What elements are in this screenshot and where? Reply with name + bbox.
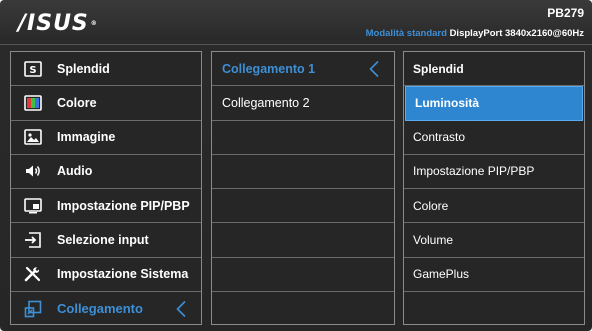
menu-item-label: Selezione input — [57, 232, 149, 247]
header-divider — [0, 44, 592, 45]
option-label: Volume — [413, 232, 454, 247]
menu-item-label: Audio — [57, 164, 93, 179]
option-label: Splendid — [413, 61, 464, 76]
option-label: Colore — [413, 198, 449, 213]
option-contrasto[interactable]: Contrasto — [404, 121, 584, 155]
color-icon — [23, 93, 43, 113]
menu-item-label: Immagine — [57, 130, 116, 145]
menu-item-label: Impostazione Sistema — [57, 267, 189, 282]
logo-text: /ISUS — [18, 11, 89, 36]
option-splendid[interactable]: Splendid — [404, 52, 584, 87]
menu-item-audio[interactable]: Audio — [11, 155, 201, 189]
option-colore[interactable]: Colore — [404, 189, 584, 224]
submenu-item-label: Collegamento 2 — [222, 95, 310, 110]
main-menu: S Splendid Colore Immagine Audio Imposta… — [10, 51, 202, 325]
option-label: Impostazione PIP/PBP — [413, 164, 535, 179]
speaker-icon — [23, 161, 43, 181]
menu-item-collegamento[interactable]: Collegamento — [11, 292, 201, 326]
submenu-item-collegamento-2[interactable]: Collegamento 2 — [212, 86, 394, 121]
option-volume[interactable]: Volume — [404, 223, 584, 258]
image-icon — [23, 127, 43, 147]
menu-item-label: Splendid — [57, 61, 110, 76]
submenu-empty-row — [212, 292, 394, 326]
input-icon — [23, 230, 43, 250]
input-source: DisplayPort — [449, 28, 503, 39]
menu-item-label: Colore — [57, 95, 97, 110]
pip-icon — [23, 196, 43, 216]
submenu-empty-row — [212, 155, 394, 189]
trademark-mark: ® — [90, 20, 98, 27]
menu-item-selezione-input[interactable]: Selezione input — [11, 223, 201, 258]
splendid-icon: S — [23, 59, 43, 79]
menu-item-splendid[interactable]: S Splendid — [11, 52, 201, 87]
submenu-item-label: Collegamento 1 — [222, 61, 316, 76]
submenu-empty-row — [212, 121, 394, 155]
option-gameplus[interactable]: GamePlus — [404, 258, 584, 292]
menu-item-label: Impostazione PIP/PBP — [57, 198, 190, 213]
option-label: Luminosità — [415, 96, 480, 111]
menu-item-pip-pbp[interactable]: Impostazione PIP/PBP — [11, 189, 201, 224]
status-line: Modalità standard DisplayPort 3840x2160@… — [366, 28, 584, 39]
model-name: PB279 — [547, 6, 584, 20]
submenu-item-collegamento-1[interactable]: Collegamento 1 — [212, 52, 394, 87]
option-luminosita[interactable]: Luminosità — [405, 86, 583, 121]
option-label: Contrasto — [413, 130, 466, 145]
options-list: Splendid Luminosità Contrasto Impostazio… — [403, 51, 585, 325]
chevron-left-icon — [369, 60, 379, 77]
chevron-left-icon — [176, 300, 186, 317]
sub-menu: Collegamento 1 Collegamento 2 — [211, 51, 395, 325]
svg-text:S: S — [29, 65, 36, 76]
menu-item-label: Collegamento — [57, 301, 143, 317]
menu-item-impostazione-sistema[interactable]: Impostazione Sistema — [11, 258, 201, 292]
option-pip-pbp[interactable]: Impostazione PIP/PBP — [404, 155, 584, 189]
osd-panel: /ISUS ® PB279 Modalità standard DisplayPo… — [0, 0, 592, 331]
menu-item-colore[interactable]: Colore — [11, 86, 201, 121]
submenu-empty-row — [212, 189, 394, 224]
option-empty-row — [404, 292, 584, 326]
submenu-empty-row — [212, 223, 394, 258]
submenu-empty-row — [212, 258, 394, 292]
option-label: GamePlus — [413, 267, 470, 282]
asus-logo: /ISUS ® — [18, 12, 98, 36]
resolution: 3840x2160@60Hz — [505, 28, 584, 39]
menu-item-immagine[interactable]: Immagine — [11, 121, 201, 155]
mode-label: Modalità standard — [365, 28, 447, 39]
shortcut-icon — [23, 299, 43, 319]
tools-icon — [23, 264, 43, 284]
